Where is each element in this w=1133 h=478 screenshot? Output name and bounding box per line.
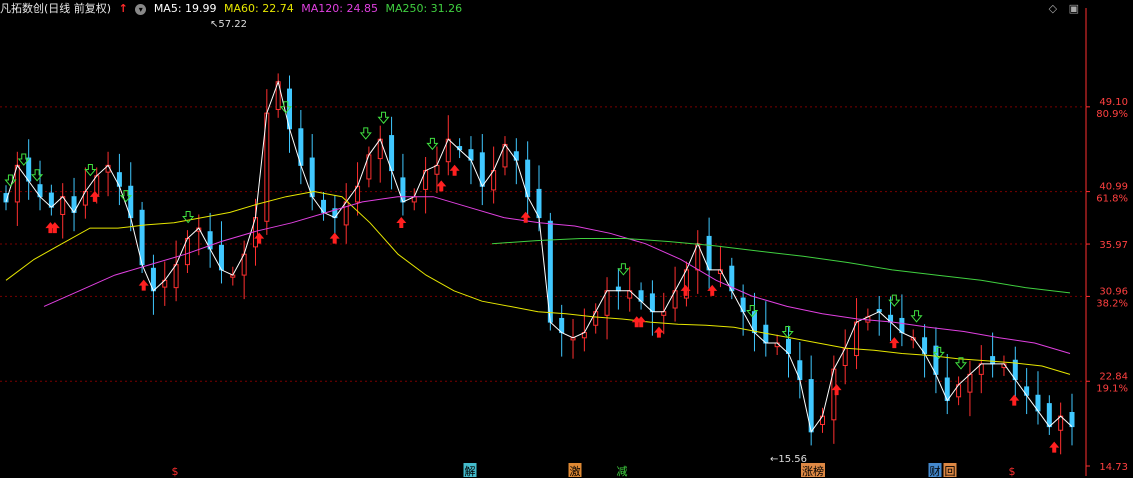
price-tick-label: 22.84 — [1099, 371, 1128, 382]
event-marker[interactable]: 涨榜 — [802, 464, 824, 478]
sell-signal-icon — [84, 163, 97, 177]
price-tick-label: 49.10 — [1099, 97, 1128, 108]
event-marker[interactable]: $ — [172, 465, 179, 478]
candle-body — [48, 192, 54, 208]
event-marker[interactable]: 解 — [465, 464, 476, 478]
candle-body — [536, 188, 542, 219]
event-marker[interactable]: $ — [1009, 465, 1016, 478]
buy-signal-icon — [138, 279, 149, 291]
event-marker[interactable]: 减 — [617, 465, 628, 478]
candle-body — [899, 317, 905, 334]
candle-body — [967, 373, 973, 393]
sell-signal-icon — [426, 137, 439, 151]
candle-body — [604, 290, 610, 316]
price-tick-label: 30.96 — [1099, 286, 1128, 297]
sell-signal-icon — [359, 127, 372, 140]
max-price-label: ↖57.22 — [210, 19, 247, 30]
candle-body — [343, 201, 349, 226]
candle-body — [785, 338, 791, 354]
candle-body — [1058, 415, 1064, 431]
event-marker[interactable]: 财 — [930, 464, 941, 478]
candle-body — [1046, 403, 1052, 428]
candle-body — [559, 317, 565, 334]
sell-signal-icon — [377, 111, 390, 125]
sell-signal-icon — [31, 169, 44, 182]
pct-tick-label: 19.1% — [1096, 383, 1128, 394]
candle-body — [491, 170, 497, 191]
event-marker[interactable]: 激 — [570, 464, 581, 478]
candle-body — [763, 324, 769, 344]
candle-body — [854, 321, 860, 357]
price-tick-label: 35.97 — [1099, 240, 1128, 251]
candle-body — [173, 264, 179, 289]
price-tick-label: 14.73 — [1099, 462, 1128, 473]
ma250-line — [491, 238, 1071, 294]
candle-body — [933, 345, 939, 375]
candle-body — [479, 152, 485, 187]
candle-body — [1069, 411, 1075, 428]
candle-body — [661, 311, 667, 316]
candle-body — [990, 356, 996, 365]
buy-signal-icon — [680, 284, 691, 296]
candle-body — [706, 235, 712, 271]
candle-body — [434, 164, 440, 175]
buy-signal-icon — [329, 232, 340, 244]
candle-body — [615, 286, 621, 292]
candlestick-chart[interactable]: 49.1080.9% 40.9961.8% 35.97 30.9638.2% 22.84… — [0, 0, 1133, 478]
buy-signal-icon — [1049, 441, 1060, 453]
ma5-line — [5, 80, 1073, 433]
buy-signal-icon — [436, 180, 447, 192]
candle-body — [309, 157, 315, 198]
pct-tick-label: 61.8% — [1096, 194, 1128, 205]
sell-signal-icon — [910, 310, 923, 323]
candle-body — [218, 244, 224, 271]
buy-signal-icon — [449, 164, 460, 176]
sell-signal-icon — [781, 325, 794, 339]
pct-tick-label: 80.9% — [1096, 109, 1128, 120]
buy-signal-icon — [1009, 394, 1020, 406]
buy-signal-icon — [653, 326, 664, 338]
price-tick-label: 40.99 — [1099, 182, 1128, 193]
buy-signal-icon — [396, 216, 407, 228]
event-marker[interactable]: 回 — [945, 465, 956, 478]
sell-signal-icon — [617, 263, 630, 276]
candle-body — [139, 209, 145, 266]
candle-body — [649, 293, 655, 313]
pct-tick-label: 38.2% — [1096, 298, 1128, 309]
ma120-line — [43, 196, 1071, 354]
